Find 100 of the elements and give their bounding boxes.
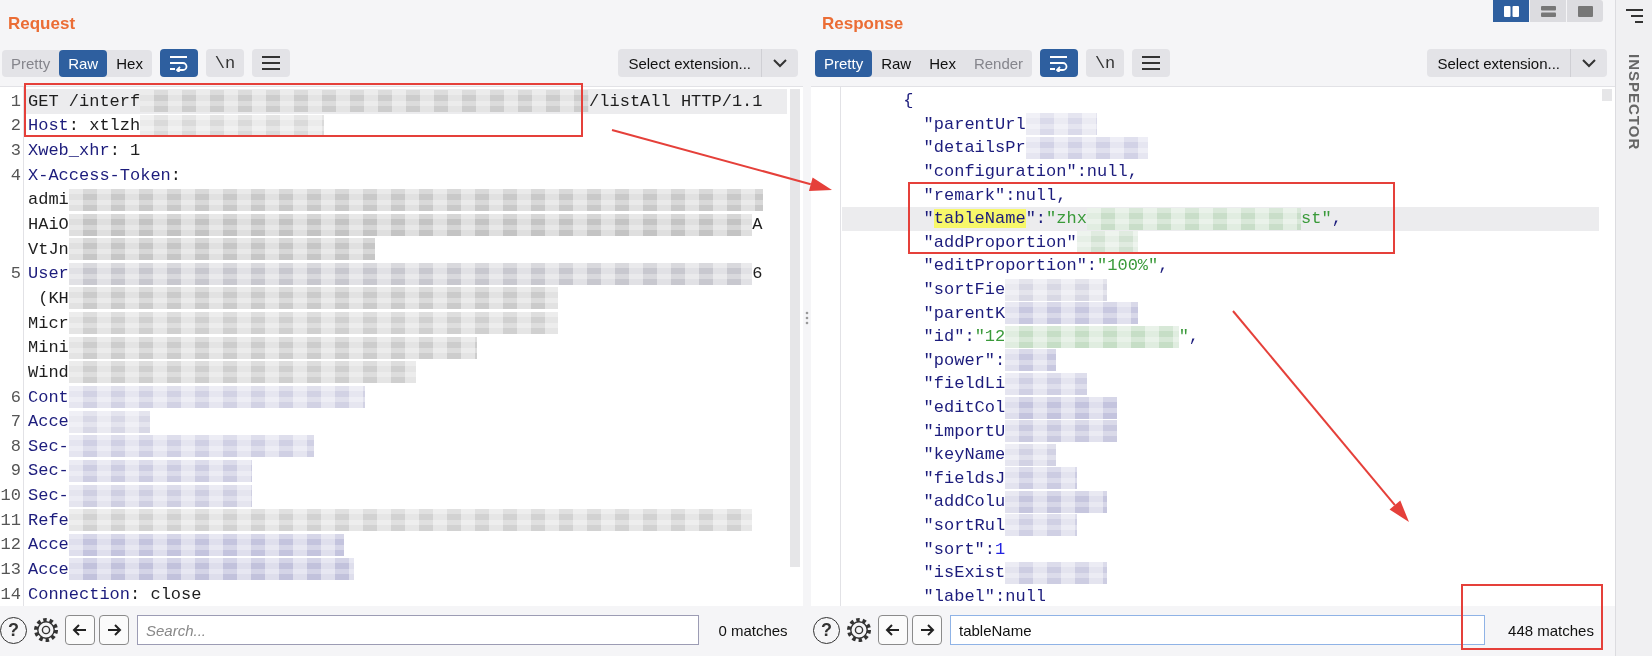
code-text: "parentK (923, 303, 1006, 323)
columns-icon (1503, 5, 1519, 17)
code-text: "isExist (923, 563, 1006, 583)
rows-icon (1540, 5, 1556, 17)
line-number: 4 (10, 165, 21, 185)
code-text: Acce (28, 560, 69, 579)
chevron-down-icon (1582, 58, 1596, 68)
layout-toggle[interactable] (1567, 0, 1603, 22)
square-icon (1577, 5, 1593, 17)
code-text: Host: xtlzh (28, 116, 141, 136)
code-text: (KH (37, 288, 69, 308)
code-text: Mini (28, 338, 69, 358)
menu-button[interactable] (1132, 49, 1171, 77)
layout-toggle[interactable] (1493, 0, 1529, 22)
code-text: "remark":null, (923, 185, 1067, 205)
code-text: Wind (28, 362, 69, 382)
code-text: "tableName":"zhx (923, 209, 1087, 229)
code-text: "configuration":null, (923, 162, 1138, 182)
line-number: 9 (10, 461, 21, 481)
extension-dropdown[interactable]: Select extension... (1427, 49, 1607, 77)
code-text: Sec- (28, 436, 69, 456)
panel-toggle-icon[interactable] (1624, 8, 1644, 24)
scrollbar[interactable] (790, 89, 800, 567)
wrap-button[interactable] (159, 49, 198, 77)
layout-toggle[interactable] (1530, 0, 1566, 22)
code-text: "sortRul (923, 516, 1006, 535)
match-count: 0 matches (717, 621, 789, 639)
match-count: 448 matches (1507, 621, 1595, 639)
next-button[interactable] (99, 615, 129, 645)
code-text: admi (28, 190, 69, 210)
code-text: Sec- (28, 461, 69, 481)
line-number: 2 (10, 116, 21, 136)
code-text: { (903, 91, 914, 111)
code-text: A (752, 215, 763, 234)
code-text: HAiO (28, 215, 69, 234)
code-text: "power": (923, 350, 1006, 370)
line-number: 14 (0, 584, 21, 604)
line-number: 3 (10, 141, 21, 161)
line-number: 8 (10, 436, 21, 456)
code-text: /listAll HTTP/1.1 (589, 91, 763, 111)
menu-button[interactable] (251, 49, 290, 77)
inspector-tab[interactable]: INSPECTOR (1625, 54, 1643, 151)
wrap-button[interactable] (1040, 49, 1079, 77)
view-tab[interactable]: Hex (920, 49, 965, 77)
code-text: User (28, 264, 69, 284)
code-text: Connection: close (28, 584, 202, 604)
code-text: "detailsPr (923, 138, 1026, 158)
menu-icon (1141, 55, 1162, 71)
pane-title: Request (8, 14, 76, 34)
newlines-button[interactable]: \n (1086, 49, 1125, 77)
code-text: "importU (923, 421, 1006, 441)
line-number: 11 (0, 510, 21, 530)
view-tab[interactable]: Raw (59, 49, 108, 77)
pane-title: Response (822, 14, 904, 34)
code-text: Acce (28, 412, 69, 432)
code-text: "fieldsJ (923, 468, 1006, 488)
code-text: Acce (28, 535, 69, 555)
line-number: 13 (0, 560, 21, 579)
chevron-down-icon (773, 58, 787, 68)
code-text: "id":"12 (923, 327, 1006, 347)
scrollbar[interactable] (1602, 89, 1612, 101)
extension-dropdown[interactable]: Select extension... (618, 49, 798, 77)
search-field[interactable]: tableName (950, 615, 1485, 645)
line-number: 1 (10, 91, 21, 111)
next-button[interactable] (912, 615, 942, 645)
code-text: Xweb_xhr: 1 (28, 141, 141, 161)
menu-icon (260, 55, 281, 71)
drag-handle-icon[interactable] (805, 311, 809, 325)
code-text: Refe (28, 510, 69, 530)
code-text: st", (1301, 209, 1342, 229)
code-text: VtJn (28, 239, 69, 259)
code-text: "parentUrl (923, 114, 1026, 134)
code-text: Cont (28, 387, 69, 407)
code-text: Sec- (28, 486, 69, 506)
code-text: "label":null (923, 586, 1047, 606)
code-text: "sort":1 (923, 539, 1006, 559)
previous-button[interactable] (65, 615, 95, 645)
settings-icon[interactable] (31, 615, 61, 645)
view-tab[interactable]: Raw (872, 49, 921, 77)
code-text: ", (1178, 327, 1200, 347)
code-text: X-Access-Token: (28, 165, 182, 185)
previous-button[interactable] (878, 615, 908, 645)
search-field[interactable]: Search... (137, 615, 699, 645)
code-text: "editProportion":"100%", (923, 256, 1169, 276)
code-text: "addProportion" (923, 232, 1077, 252)
code-text: "fieldLi (923, 374, 1006, 394)
code-text: "keyName (923, 445, 1006, 465)
code-text: "sortFie (923, 280, 1006, 300)
settings-icon[interactable] (844, 615, 874, 645)
view-tab[interactable]: Pretty (815, 49, 873, 77)
line-number: 10 (0, 486, 21, 506)
line-number: 7 (10, 412, 21, 432)
line-number: 5 (10, 264, 21, 284)
view-tab[interactable]: Hex (107, 49, 152, 77)
code-text: 6 (752, 264, 763, 284)
newlines-button[interactable]: \n (205, 49, 244, 77)
line-number: 6 (10, 387, 21, 407)
code-text: Micr (28, 313, 69, 333)
code-text: "addColu (923, 492, 1006, 512)
line-number: 12 (0, 535, 21, 555)
